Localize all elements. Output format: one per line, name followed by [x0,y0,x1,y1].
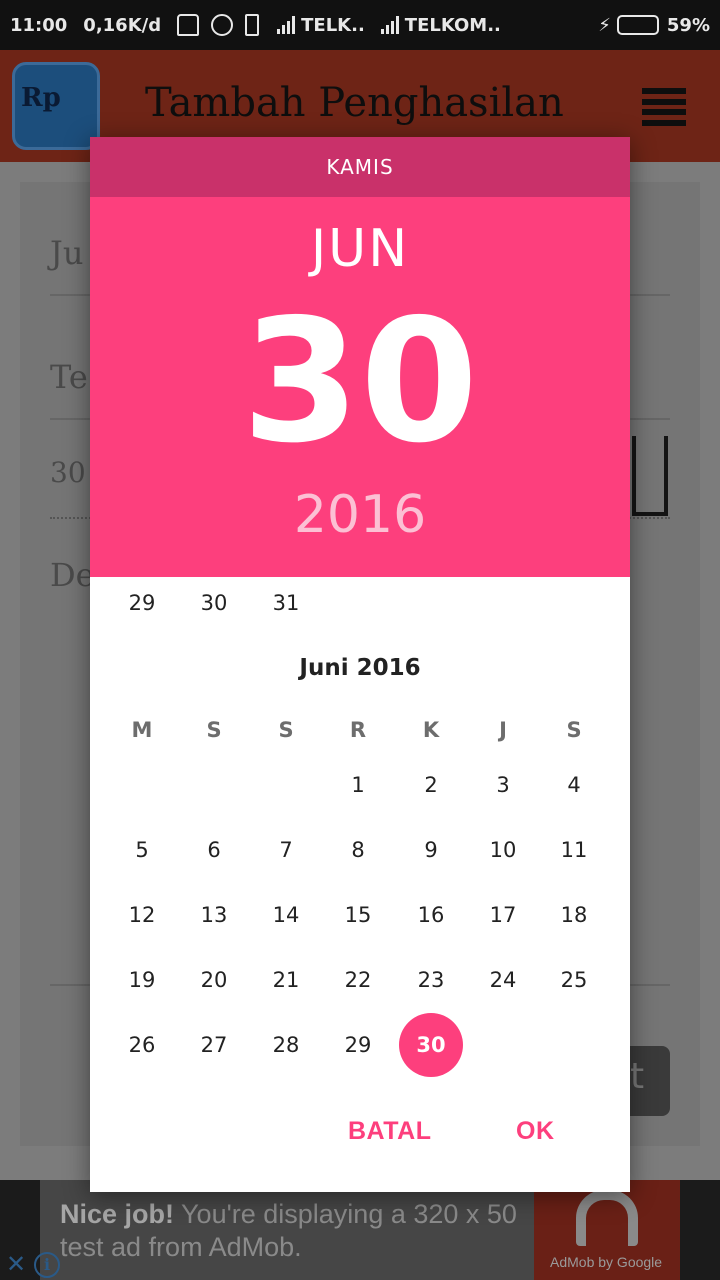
signal-icon [277,16,296,34]
calendar-day[interactable]: 1 [326,753,390,817]
status-carrier-1: TELK.. [301,14,365,36]
calendar-day[interactable]: 27 [182,1013,246,1077]
calendar-day[interactable]: 25 [542,948,606,1012]
background-button: t [628,1046,670,1116]
calendar-day[interactable]: 29 [326,1013,390,1077]
app-logo: Rp [12,62,100,150]
calendar-day[interactable]: 10 [471,818,535,882]
calendar-day[interactable]: 26 [110,1013,174,1077]
ad-brand: AdMob by Google [550,1254,663,1270]
form-field-fragment: 30 [50,456,86,489]
weekday-header: J [499,718,507,742]
calendar-day[interactable]: 6 [182,818,246,882]
form-field-fragment: Te [50,358,88,396]
calendar-day[interactable]: 5 [110,818,174,882]
calendar-day[interactable]: 2 [399,753,463,817]
calendar-day[interactable]: 3 [471,753,535,817]
signal-icon [380,16,399,34]
battery-icon [616,15,659,35]
weekday-header: S [278,718,294,742]
calendar-day[interactable]: 20 [182,948,246,1012]
admob-mark-icon [576,1190,638,1246]
ad-info-icon[interactable]: i [34,1252,60,1278]
month-title: Juni 2016 [299,655,421,681]
menu-icon[interactable] [642,88,686,126]
calendar-day[interactable]: 22 [326,948,390,1012]
ad-text: Nice job! You're displaying a 320 x 50 t… [60,1198,530,1264]
notification-icon [177,14,200,36]
weekday-header: R [349,718,367,742]
prev-month-day[interactable]: 31 [254,571,318,635]
cancel-button[interactable]: BATAL [348,1103,432,1159]
form-field-fragment: De [50,556,95,594]
calendar-day[interactable]: 14 [254,883,318,947]
form-field-fragment: Ju [50,234,84,272]
charging-icon: ⚡ [598,14,611,36]
calendar-day[interactable]: 21 [254,948,318,1012]
ok-button[interactable]: OK [516,1103,555,1159]
status-bar: 11:00 0,16K/d TELK.. TELKOM.. ⚡ 59% [0,0,720,50]
calendar-day[interactable]: 24 [471,948,535,1012]
battery-percent: 59% [666,14,710,36]
status-network-speed: 0,16K/d [83,14,162,36]
calendar-day[interactable]: 15 [326,883,390,947]
ad-close-icon[interactable]: ✕ [2,1250,30,1278]
weekday-header: S [566,718,582,742]
weekday-header: K [422,718,440,742]
calendar-day[interactable]: 17 [471,883,535,947]
calendar-day[interactable]: 11 [542,818,606,882]
calendar-day[interactable]: 13 [182,883,246,947]
admob-logo: AdMob by Google [534,1180,680,1280]
battery-indicator: ⚡ 59% [598,15,710,36]
calendar-day[interactable]: 16 [399,883,463,947]
calendar-day[interactable]: 7 [254,818,318,882]
weekday-header: S [206,718,222,742]
calendar-day[interactable]: 9 [399,818,463,882]
prev-month-day[interactable]: 29 [110,571,174,635]
calendar-day[interactable]: 4 [542,753,606,817]
status-time: 11:00 [10,14,68,36]
calendar-icon[interactable] [632,436,668,516]
date-header: JUN 30 2016 [90,197,630,577]
selected-day[interactable]: 30 [399,1013,463,1077]
prev-month-day[interactable]: 30 [182,571,246,635]
calendar-day[interactable]: 28 [254,1013,318,1077]
usb-icon [245,14,260,36]
header-year[interactable]: 2016 [90,485,630,545]
calendar-day[interactable]: 23 [399,948,463,1012]
ad-headline: Nice job! [60,1199,175,1229]
alarm-icon [211,14,234,36]
calendar-day[interactable]: 12 [110,883,174,947]
date-picker-dialog: KAMIS JUN 30 2016 29 30 31 M S S R K J S 1 2 3 4 5 6 7 8 9… [90,137,630,1192]
calendar-day[interactable]: 8 [326,818,390,882]
weekday-header: M [131,718,153,742]
ad-banner[interactable]: Nice job! You're displaying a 320 x 50 t… [0,1180,720,1280]
status-carrier-2: TELKOM.. [404,14,501,36]
app-title: Tambah Penghasilan [145,80,564,126]
calendar-day[interactable]: 18 [542,883,606,947]
header-day[interactable]: 30 [90,287,630,477]
day-of-week: KAMIS [90,137,630,197]
header-month[interactable]: JUN [90,219,630,279]
calendar-day[interactable]: 19 [110,948,174,1012]
